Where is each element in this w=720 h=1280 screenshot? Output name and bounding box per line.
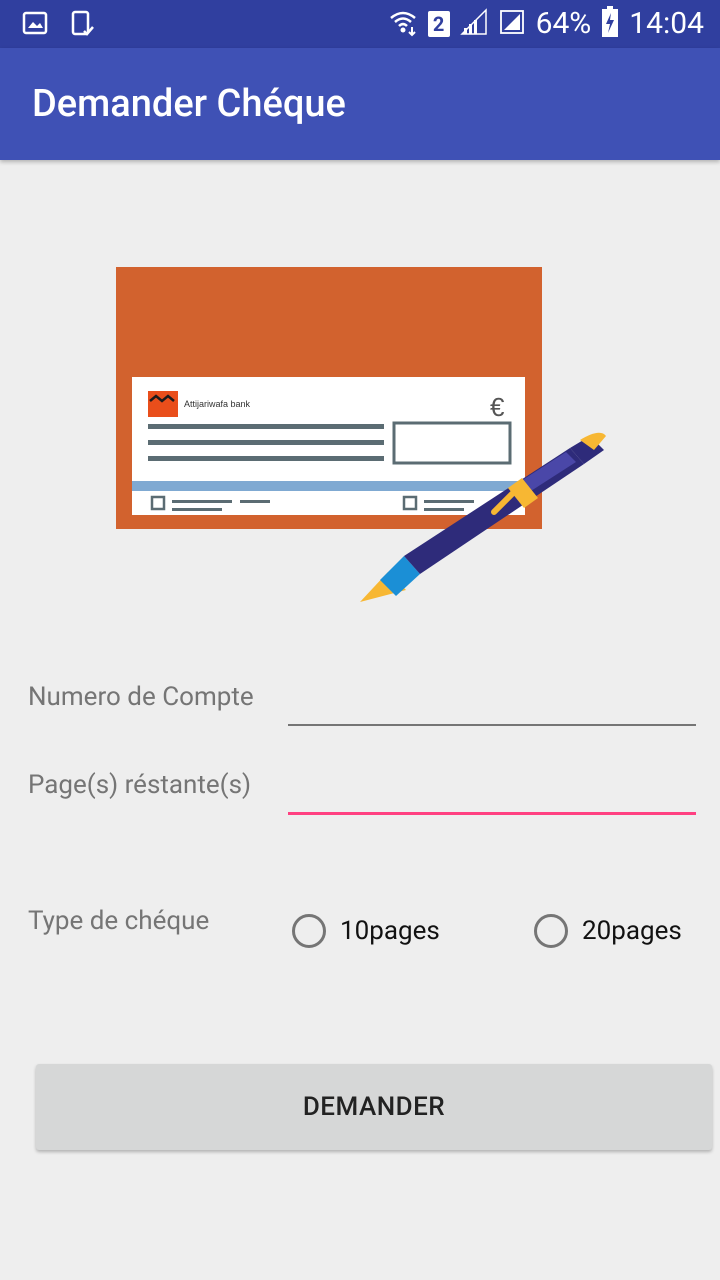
account-number-label: Numero de Compte <box>28 682 254 712</box>
account-number-input[interactable] <box>288 682 696 726</box>
remaining-pages-label: Page(s) réstante(s) <box>28 770 252 800</box>
currency-symbol: € <box>490 392 505 422</box>
remaining-pages-input[interactable] <box>288 770 696 815</box>
image-icon <box>22 10 48 42</box>
status-bar: 2 64% 14:04 <box>0 0 720 48</box>
sim-2-icon: 2 <box>427 11 450 37</box>
wifi-icon <box>388 7 418 41</box>
phone-check-icon <box>70 10 96 42</box>
signal-icon <box>498 8 526 40</box>
radio-20pages[interactable]: 20pages <box>534 914 682 948</box>
radio-label[interactable]: 20pages <box>582 916 682 946</box>
radio-label[interactable]: 10pages <box>340 916 440 946</box>
radio-circle-icon[interactable] <box>292 914 326 948</box>
signal-icon <box>459 8 488 40</box>
clock: 14:04 <box>629 6 704 41</box>
battery-charging-icon <box>601 6 619 42</box>
demander-button[interactable]: DEMANDER <box>36 1064 712 1150</box>
radio-circle-icon[interactable] <box>534 914 568 948</box>
battery-percent: 64% <box>535 6 592 41</box>
bank-name: Attijariwafa bank <box>184 399 251 409</box>
page-title: Demander Chéque <box>32 82 346 126</box>
cheque-type-label: Type de chéque <box>28 906 210 936</box>
radio-10pages[interactable]: 10pages <box>292 914 440 948</box>
app-bar: Demander Chéque <box>0 48 720 160</box>
cheque-illustration: Attijariwafa bank € <box>110 260 610 614</box>
